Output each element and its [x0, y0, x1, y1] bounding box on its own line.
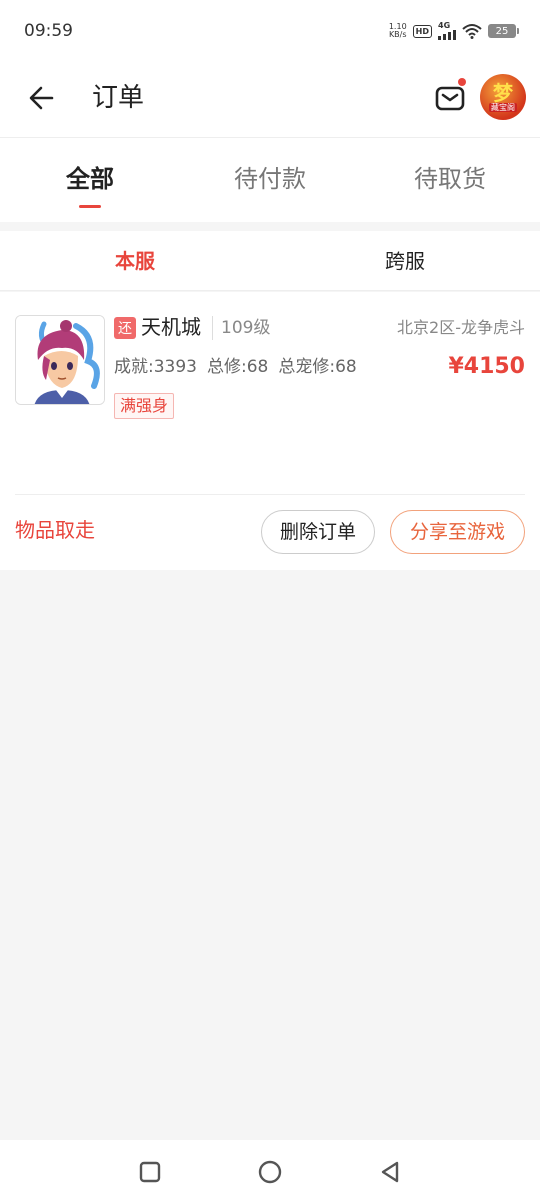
battery-icon: 25 [488, 24, 519, 38]
signal-icon: 4G [438, 22, 456, 40]
character-portrait-icon [16, 316, 104, 404]
character-stats: 成就:3393 总修:68 总宠修:68 [114, 355, 367, 379]
signal-label: 4G [438, 21, 451, 30]
hd-icon: HD [412, 24, 432, 38]
arrow-left-icon[interactable] [24, 80, 60, 116]
network-speed: 1.10 KB/s [389, 23, 407, 39]
order-status: 物品取走 [15, 518, 95, 542]
app-header: 订单 梦 藏宝阁 [0, 62, 540, 138]
stat-pet-cultivation: 总宠修:68 [278, 357, 357, 377]
system-nav-bar [0, 1140, 540, 1204]
attribute-tag: 满强身 [114, 393, 175, 419]
wifi-icon [462, 24, 482, 39]
character-level: 109级 [212, 316, 270, 340]
home-circle-icon[interactable] [258, 1160, 282, 1184]
delete-order-button[interactable]: 删除订单 [261, 510, 375, 554]
tab-label: 全部 [66, 165, 114, 193]
back-triangle-icon[interactable] [378, 1160, 402, 1184]
character-name: 天机城 [141, 315, 201, 339]
net-speed-unit: KB/s [388, 30, 407, 39]
recents-square-icon[interactable] [138, 1160, 162, 1184]
share-to-game-button[interactable]: 分享至游戏 [390, 510, 525, 554]
battery-level: 25 [495, 25, 509, 37]
mail-button[interactable] [432, 78, 468, 116]
stat-achievement: 成就:3393 [114, 357, 197, 377]
active-tab-indicator [79, 205, 101, 208]
tab-pending-payment[interactable]: 待付款 [180, 138, 360, 222]
server-name: 北京2区-龙争虎斗 [397, 318, 525, 337]
tab-all[interactable]: 全部 [0, 138, 180, 222]
status-time: 09:59 [24, 21, 73, 41]
tab-same-server[interactable]: 本服 [0, 231, 270, 290]
status-bar: 09:59 1.10 KB/s HD 4G 25 [0, 0, 540, 62]
notification-dot [458, 78, 466, 86]
tab-pending-pickup[interactable]: 待取货 [360, 138, 540, 222]
order-card[interactable]: 还 天机城 109级 北京2区-龙争虎斗 成就:3393 总修:68 总宠修:68 … [0, 292, 540, 570]
avatar-logo-sub: 藏宝阁 [489, 102, 517, 112]
stat-cultivation: 总修:68 [207, 357, 269, 377]
character-thumbnail[interactable] [15, 315, 105, 405]
avatar[interactable]: 梦 藏宝阁 [480, 74, 526, 120]
status-icons: 1.10 KB/s HD 4G 25 [389, 22, 519, 40]
tab-cross-server[interactable]: 跨服 [270, 231, 540, 290]
server-tabs: 本服 跨服 [0, 231, 540, 291]
divider [15, 494, 525, 495]
page-title: 订单 [92, 83, 145, 113]
tab-label: 待付款 [234, 165, 306, 193]
tab-label: 待取货 [414, 165, 486, 193]
price: ¥4150 [448, 354, 525, 379]
order-tabs: 全部 待付款 待取货 [0, 138, 540, 222]
return-badge: 还 [114, 317, 136, 339]
avatar-logo-char: 梦 [493, 80, 513, 105]
